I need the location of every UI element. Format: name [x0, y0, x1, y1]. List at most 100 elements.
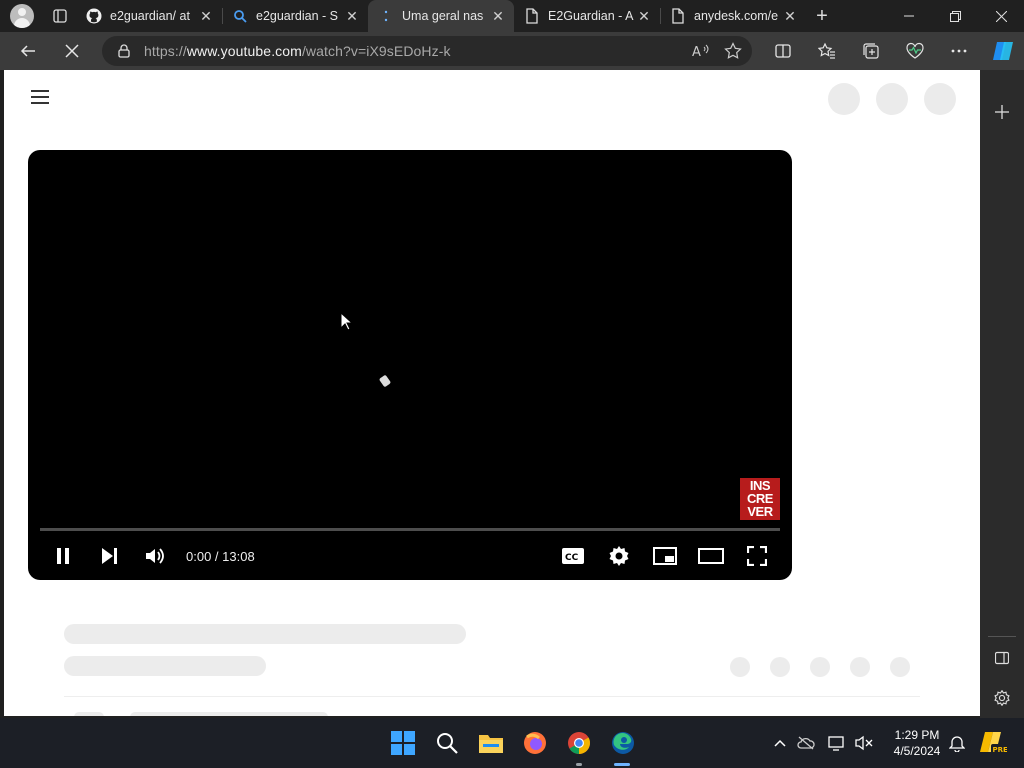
- pause-button[interactable]: [40, 538, 86, 574]
- svg-text:A: A: [692, 45, 701, 59]
- bell-icon: [949, 736, 965, 752]
- tab-close-icon[interactable]: ✕: [782, 8, 798, 24]
- onedrive-button[interactable]: [790, 736, 822, 750]
- pause-icon: [57, 548, 69, 564]
- volume-muted-button[interactable]: [852, 735, 876, 751]
- divider: [64, 696, 920, 697]
- favorites-button[interactable]: [810, 36, 844, 66]
- lock-icon: [118, 44, 130, 58]
- edge-sidebar: [980, 70, 1024, 718]
- hide-sidebar-button[interactable]: [992, 648, 1012, 668]
- restore-button[interactable]: [932, 0, 978, 32]
- skip-next-icon: [102, 548, 117, 564]
- file-explorer-button[interactable]: [478, 730, 504, 756]
- tab-close-icon[interactable]: ✕: [636, 8, 652, 24]
- channel-watermark-logo[interactable]: INS CRE VER: [740, 478, 780, 520]
- url-path: /watch?v=iX9sEDoHz-k: [301, 43, 451, 59]
- tab-actions-button[interactable]: [44, 0, 76, 32]
- window-controls: [886, 0, 1024, 32]
- close-icon: [65, 44, 79, 58]
- close-icon: [995, 10, 1007, 22]
- browser-essentials-button[interactable]: [898, 36, 932, 66]
- network-button[interactable]: [822, 735, 852, 751]
- collections-icon: [863, 43, 879, 59]
- header-placeholder-circle: [828, 83, 860, 115]
- firefox-button[interactable]: [522, 730, 548, 756]
- tab-e2guardian-doc[interactable]: E2Guardian - A ✕: [514, 0, 660, 32]
- edge-icon: [612, 732, 634, 754]
- mouse-cursor-icon: [340, 312, 352, 331]
- stop-loading-button[interactable]: [55, 36, 89, 66]
- tab-title: E2Guardian - A: [548, 9, 634, 23]
- windows-logo-icon: [391, 731, 415, 755]
- edge-button[interactable]: [610, 730, 636, 756]
- sidebar-panel-icon: [995, 651, 1009, 665]
- url-text: https://www.youtube.com/watch?v=iX9sEDoH…: [144, 43, 451, 59]
- split-screen-button[interactable]: [766, 36, 800, 66]
- theater-mode-button[interactable]: [688, 538, 734, 574]
- show-hidden-icons-button[interactable]: [770, 739, 790, 747]
- notifications-button[interactable]: [944, 730, 970, 756]
- document-icon: [524, 8, 540, 24]
- read-aloud-icon[interactable]: A: [692, 43, 710, 59]
- chrome-icon: [568, 732, 590, 754]
- loading-icon: [378, 8, 394, 24]
- volume-button[interactable]: [132, 538, 178, 574]
- back-button[interactable]: [11, 36, 45, 66]
- tab-e2guardian-search[interactable]: e2guardian - S ✕: [222, 0, 368, 32]
- start-button[interactable]: [390, 730, 416, 756]
- profile-button[interactable]: [0, 0, 44, 32]
- sidebar-settings-button[interactable]: [992, 688, 1012, 708]
- more-dots-icon: [951, 49, 967, 53]
- plus-icon: [995, 105, 1009, 119]
- channel-placeholder: [64, 656, 266, 676]
- tab-close-icon[interactable]: ✕: [490, 8, 506, 24]
- fullscreen-button[interactable]: [734, 538, 780, 574]
- title-placeholder: [64, 624, 466, 644]
- svg-text:PRE: PRE: [993, 746, 1008, 754]
- network-monitor-icon: [828, 736, 844, 751]
- taskbar-search-button[interactable]: [434, 730, 460, 756]
- address-bar[interactable]: https://www.youtube.com/watch?v=iX9sEDoH…: [102, 36, 752, 66]
- action-placeholder-circle: [770, 657, 790, 677]
- copilot-taskbar-button[interactable]: PRE: [978, 730, 1008, 756]
- clock-date: 4/5/2024: [893, 744, 941, 758]
- sidebar-add-button[interactable]: [992, 102, 1012, 122]
- action-placeholder-circle: [730, 657, 750, 677]
- close-window-button[interactable]: [978, 0, 1024, 32]
- plus-icon: +: [816, 4, 828, 27]
- chrome-button[interactable]: [566, 730, 592, 756]
- miniplayer-button[interactable]: [642, 538, 688, 574]
- tab-anydesk[interactable]: anydesk.com/e ✕: [660, 0, 806, 32]
- tab-close-icon[interactable]: ✕: [198, 8, 214, 24]
- tab-e2guardian-github[interactable]: e2guardian/ at ✕: [76, 0, 222, 32]
- split-screen-icon: [775, 44, 791, 58]
- speaker-muted-icon: [855, 735, 873, 751]
- progress-bar[interactable]: [40, 528, 780, 531]
- captions-cc-icon: CC: [562, 548, 584, 564]
- captions-button[interactable]: CC: [550, 538, 596, 574]
- settings-more-button[interactable]: [942, 36, 976, 66]
- tab-close-icon[interactable]: ✕: [344, 8, 360, 24]
- tab-strip: e2guardian/ at ✕ e2guardian - S ✕ Uma ge…: [0, 0, 1024, 32]
- minimize-icon: [904, 15, 914, 17]
- miniplayer-icon: [653, 547, 677, 565]
- new-tab-button[interactable]: +: [806, 0, 838, 32]
- minimize-button[interactable]: [886, 0, 932, 32]
- header-placeholder-circle: [876, 83, 908, 115]
- heart-pulse-icon: [906, 42, 924, 59]
- avatar-icon: [10, 4, 34, 28]
- video-player[interactable]: INS CRE VER 0:00 / 13:08 CC: [28, 150, 792, 580]
- taskbar-clock[interactable]: 1:29 PM 4/5/2024: [884, 727, 950, 759]
- settings-button[interactable]: [596, 538, 642, 574]
- loading-spinner-icon: [378, 374, 392, 388]
- favorite-star-icon[interactable]: [724, 42, 742, 60]
- next-video-button[interactable]: [86, 538, 132, 574]
- copilot-icon: PRE: [980, 732, 1008, 754]
- menu-hamburger-icon[interactable]: [31, 90, 49, 104]
- header-placeholder-circle: [924, 83, 956, 115]
- collections-button[interactable]: [854, 36, 888, 66]
- svg-text:CC: CC: [565, 553, 579, 563]
- tab-youtube-active[interactable]: Uma geral nas ✕: [368, 0, 514, 32]
- copilot-button[interactable]: [986, 36, 1020, 66]
